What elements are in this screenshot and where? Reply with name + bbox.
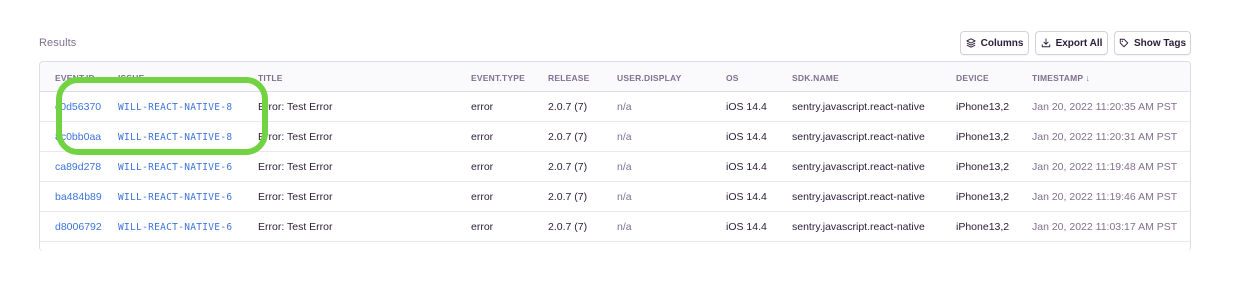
timestamp-cell: Jan 20, 2022 11:20:35 AM PST xyxy=(1032,101,1178,113)
os-cell[interactable]: iOS 14.4 xyxy=(726,221,767,233)
show-tags-button-label: Show Tags xyxy=(1133,37,1187,49)
user-display-cell: n/a xyxy=(617,101,632,113)
timestamp-cell: Jan 20, 2022 11:20:31 AM PST xyxy=(1032,131,1178,143)
issue-link[interactable]: WILL-REACT-NATIVE-8 xyxy=(118,102,232,113)
download-icon xyxy=(1041,38,1050,48)
columns-button[interactable]: Columns xyxy=(960,31,1029,55)
user-display-cell: n/a xyxy=(617,221,632,233)
title-cell[interactable]: Error: Test Error xyxy=(258,131,332,143)
table-row: ba484b89 WILL-REACT-NATIVE-6 Error: Test… xyxy=(40,182,1190,212)
release-cell[interactable]: 2.0.7 (7) xyxy=(548,161,587,173)
column-header-sdk-name[interactable]: SDK.NAME xyxy=(792,73,839,83)
sdk-name-cell[interactable]: sentry.javascript.react-native xyxy=(792,221,925,233)
table-row: ca89d278 WILL-REACT-NATIVE-6 Error: Test… xyxy=(40,152,1190,182)
tag-icon xyxy=(1119,38,1129,48)
table-row: d8006792 WILL-REACT-NATIVE-6 Error: Test… xyxy=(40,212,1190,242)
title-cell[interactable]: Error: Test Error xyxy=(258,161,332,173)
release-cell[interactable]: 2.0.7 (7) xyxy=(548,101,587,113)
device-cell[interactable]: iPhone13,2 xyxy=(956,191,1009,203)
sdk-name-cell[interactable]: sentry.javascript.react-native xyxy=(792,161,925,173)
column-header-timestamp[interactable]: TIMESTAMP ↓ xyxy=(1032,73,1090,83)
export-all-button[interactable]: Export All xyxy=(1035,31,1108,55)
issue-link[interactable]: WILL-REACT-NATIVE-6 xyxy=(118,192,232,203)
user-display-cell: n/a xyxy=(617,131,632,143)
table-row: 8c0bb0aa WILL-REACT-NATIVE-8 Error: Test… xyxy=(40,122,1190,152)
user-display-cell: n/a xyxy=(617,161,632,173)
table-row: c0d56370 WILL-REACT-NATIVE-8 Error: Test… xyxy=(40,92,1190,122)
device-cell[interactable]: iPhone13,2 xyxy=(956,131,1009,143)
column-header-event-type[interactable]: EVENT.TYPE xyxy=(471,73,525,83)
sdk-name-cell[interactable]: sentry.javascript.react-native xyxy=(792,131,925,143)
event-type-cell[interactable]: error xyxy=(471,221,493,233)
os-cell[interactable]: iOS 14.4 xyxy=(726,131,767,143)
columns-button-label: Columns xyxy=(980,37,1024,49)
column-header-issue[interactable]: ISSUE xyxy=(118,73,145,83)
event-type-cell[interactable]: error xyxy=(471,101,493,113)
column-header-user-display[interactable]: USER.DISPLAY xyxy=(617,73,681,83)
device-cell[interactable]: iPhone13,2 xyxy=(956,221,1009,233)
column-header-device[interactable]: DEVICE xyxy=(956,73,989,83)
event-id-link[interactable]: 8c0bb0aa xyxy=(55,131,101,143)
title-cell[interactable]: Error: Test Error xyxy=(258,191,332,203)
event-type-cell[interactable]: error xyxy=(471,161,493,173)
event-id-link[interactable]: ba484b89 xyxy=(55,191,102,203)
event-type-cell[interactable]: error xyxy=(471,131,493,143)
release-cell[interactable]: 2.0.7 (7) xyxy=(548,221,587,233)
sdk-name-cell[interactable]: sentry.javascript.react-native xyxy=(792,191,925,203)
issue-link[interactable]: WILL-REACT-NATIVE-6 xyxy=(118,162,232,173)
device-cell[interactable]: iPhone13,2 xyxy=(956,101,1009,113)
export-all-button-label: Export All xyxy=(1055,37,1103,49)
results-label: Results xyxy=(39,37,77,49)
issue-link[interactable]: WILL-REACT-NATIVE-8 xyxy=(118,132,232,143)
column-header-title[interactable]: TITLE xyxy=(258,73,283,83)
os-cell[interactable]: iOS 14.4 xyxy=(726,161,767,173)
sdk-name-cell[interactable]: sentry.javascript.react-native xyxy=(792,101,925,113)
event-id-link[interactable]: c0d56370 xyxy=(55,101,101,113)
event-id-link[interactable]: d8006792 xyxy=(55,221,102,233)
timestamp-cell: Jan 20, 2022 11:03:17 AM PST xyxy=(1032,221,1178,233)
title-cell[interactable]: Error: Test Error xyxy=(258,221,332,233)
column-header-release[interactable]: RELEASE xyxy=(548,73,590,83)
show-tags-button[interactable]: Show Tags xyxy=(1114,31,1191,55)
device-cell[interactable]: iPhone13,2 xyxy=(956,161,1009,173)
title-cell[interactable]: Error: Test Error xyxy=(258,101,332,113)
timestamp-cell: Jan 20, 2022 11:19:48 AM PST xyxy=(1032,161,1178,173)
results-table: EVENT.ID ISSUE TITLE EVENT.TYPE RELEASE … xyxy=(39,61,1191,251)
column-header-os[interactable]: OS xyxy=(726,73,739,83)
table-header: EVENT.ID ISSUE TITLE EVENT.TYPE RELEASE … xyxy=(40,62,1190,92)
column-header-event-id[interactable]: EVENT.ID xyxy=(55,73,95,83)
layers-icon xyxy=(965,38,976,48)
event-type-cell[interactable]: error xyxy=(471,191,493,203)
timestamp-cell: Jan 20, 2022 11:19:46 AM PST xyxy=(1032,191,1178,203)
release-cell[interactable]: 2.0.7 (7) xyxy=(548,131,587,143)
release-cell[interactable]: 2.0.7 (7) xyxy=(548,191,587,203)
event-id-link[interactable]: ca89d278 xyxy=(55,161,101,173)
issue-link[interactable]: WILL-REACT-NATIVE-6 xyxy=(118,222,232,233)
user-display-cell: n/a xyxy=(617,191,632,203)
os-cell[interactable]: iOS 14.4 xyxy=(726,191,767,203)
os-cell[interactable]: iOS 14.4 xyxy=(726,101,767,113)
